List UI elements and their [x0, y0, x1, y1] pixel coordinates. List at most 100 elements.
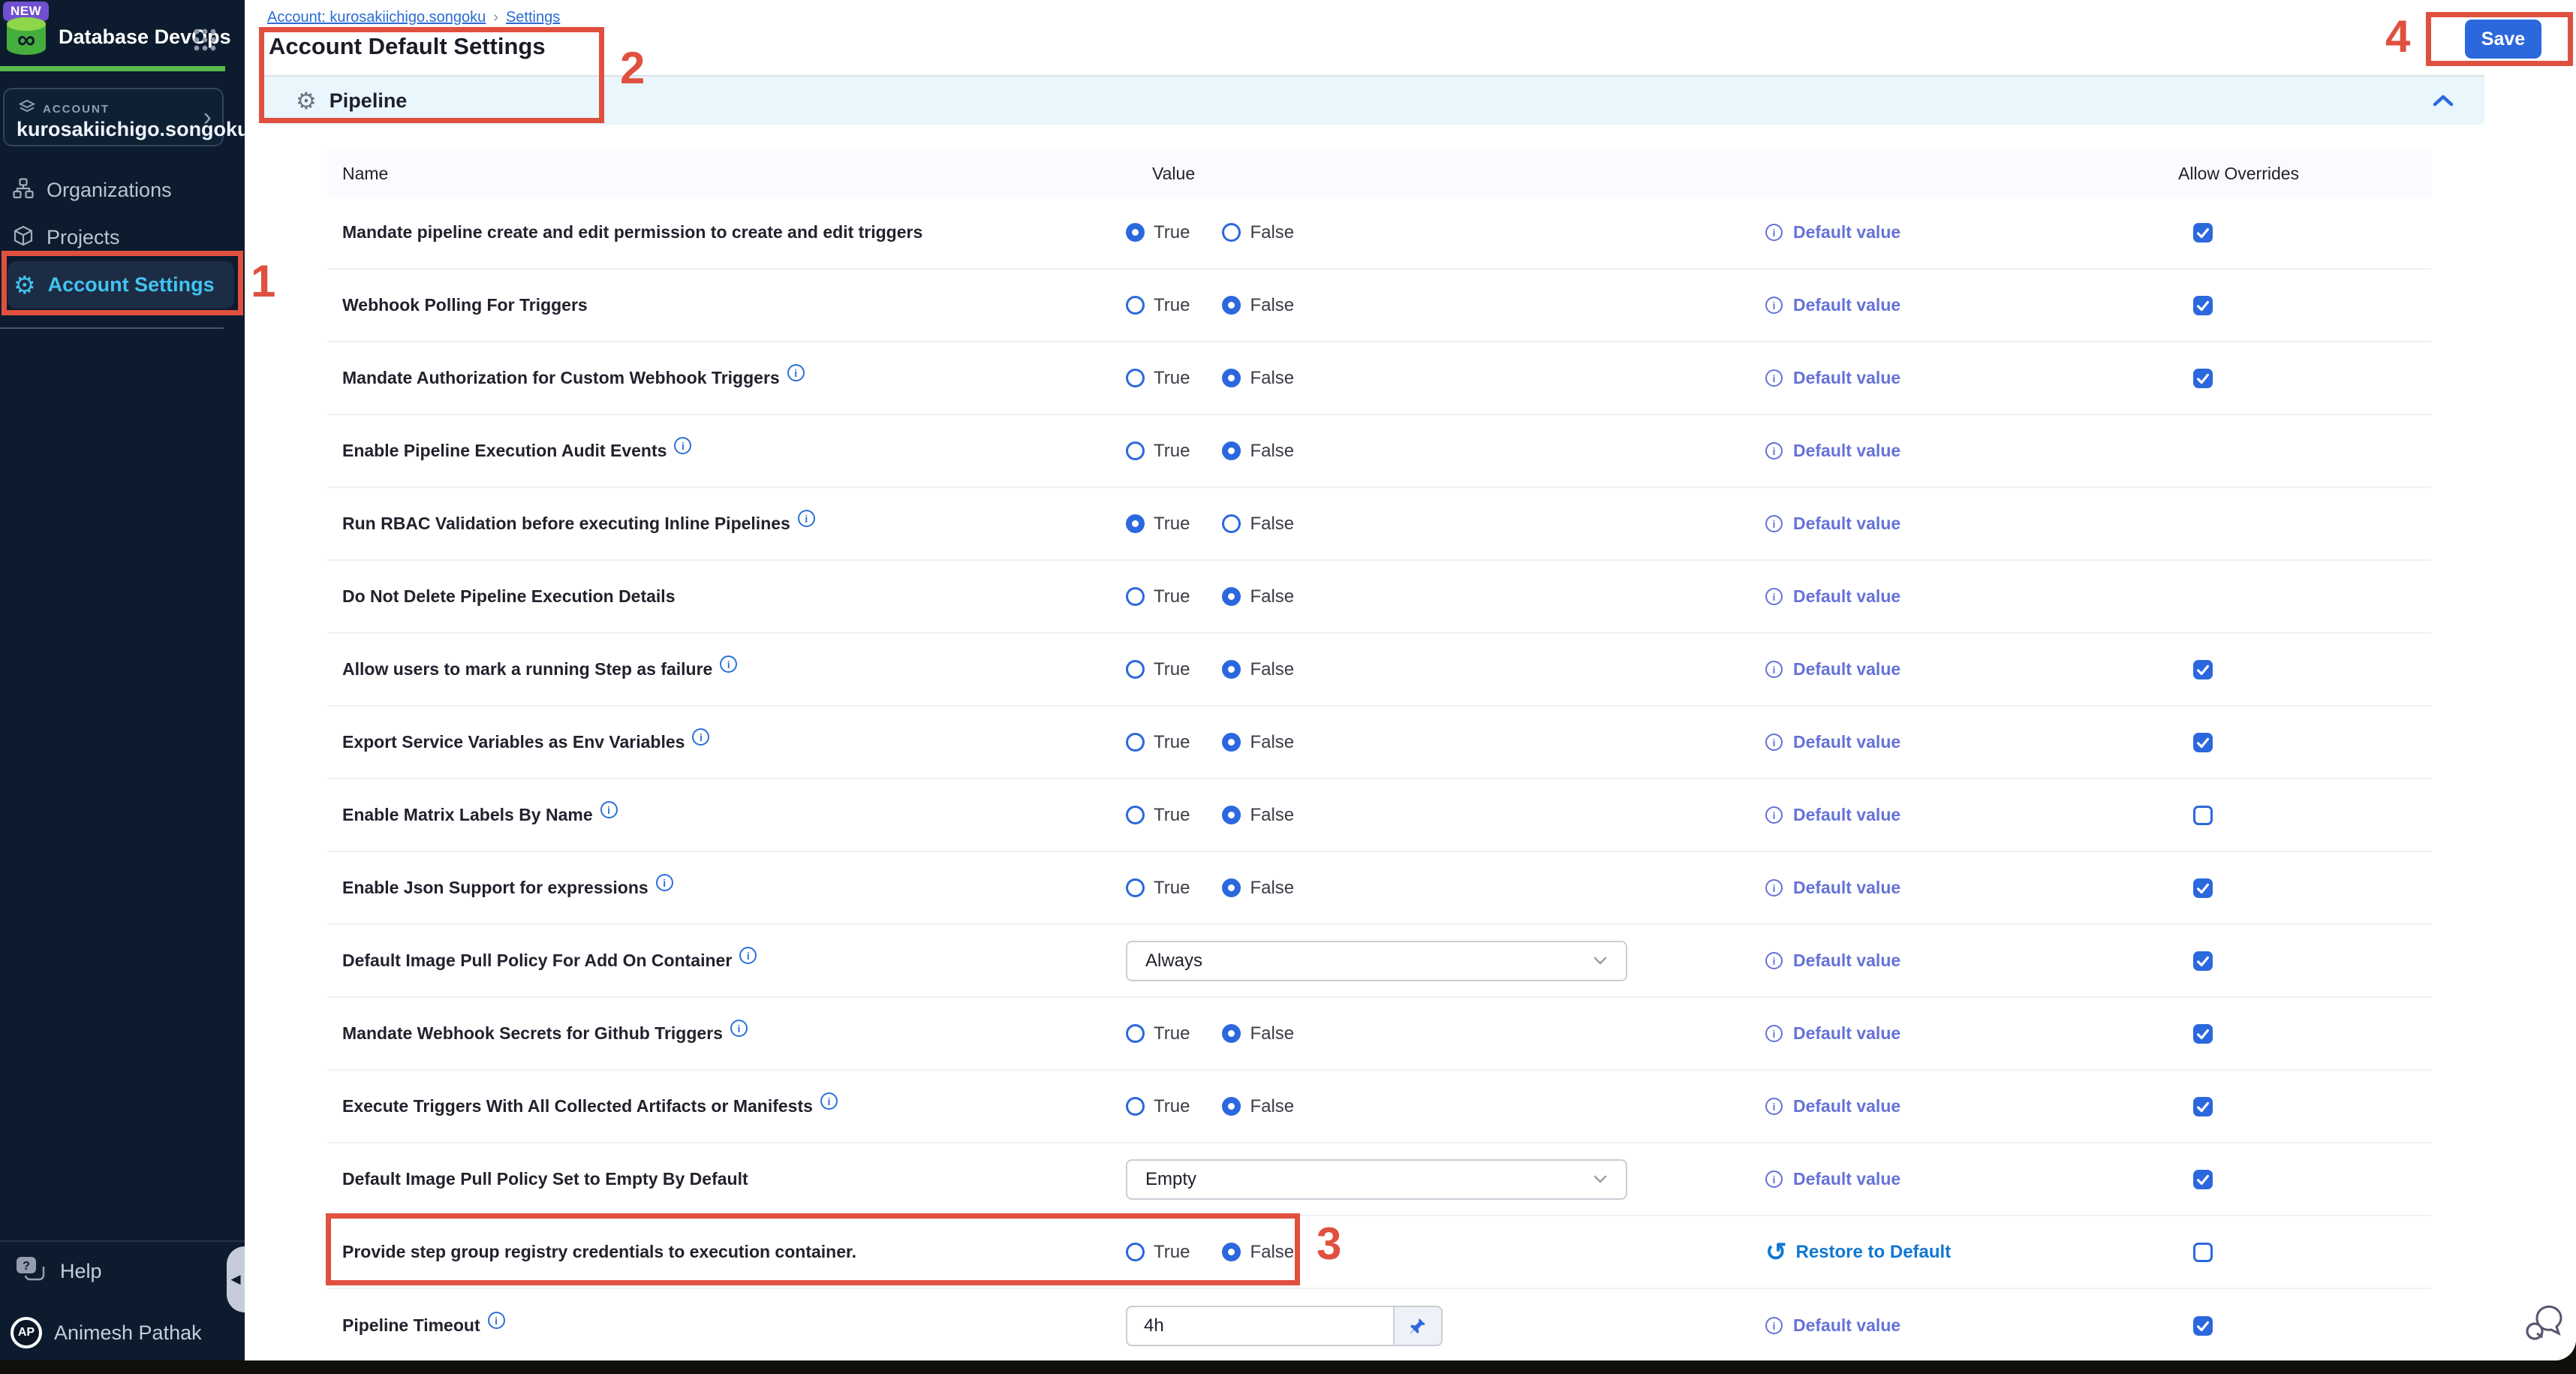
- info-icon[interactable]: i: [798, 510, 815, 527]
- radio-false[interactable]: [1222, 223, 1241, 242]
- radio-label[interactable]: False: [1250, 514, 1294, 535]
- allow-overrides-checkbox[interactable]: [2193, 296, 2213, 315]
- restore-to-default-link[interactable]: ↺Restore to Default: [1765, 1240, 2178, 1265]
- radio-false[interactable]: [1222, 587, 1241, 606]
- sidebar-collapse-handle[interactable]: ◀: [227, 1246, 245, 1312]
- feedback-chat-icon[interactable]: [2525, 1303, 2564, 1354]
- radio-false[interactable]: [1222, 733, 1241, 752]
- info-icon[interactable]: i: [600, 801, 618, 818]
- default-value-link[interactable]: iDefault value: [1765, 586, 2178, 607]
- radio-label[interactable]: False: [1250, 222, 1294, 243]
- sidebar-item-projects[interactable]: Projects: [0, 214, 245, 261]
- radio-false[interactable]: [1222, 369, 1241, 387]
- default-value-link[interactable]: iDefault value: [1765, 1169, 2178, 1189]
- radio-label[interactable]: False: [1250, 295, 1294, 316]
- radio-true[interactable]: [1126, 441, 1145, 460]
- radio-false[interactable]: [1222, 878, 1241, 897]
- app-grid-icon[interactable]: [192, 27, 218, 56]
- save-button[interactable]: Save: [2465, 20, 2541, 59]
- radio-label[interactable]: False: [1250, 659, 1294, 680]
- radio-true[interactable]: [1126, 1097, 1145, 1116]
- info-icon[interactable]: i: [692, 728, 709, 746]
- account-selector[interactable]: ACCOUNT kurosakiichigo.songoku ›: [3, 88, 224, 146]
- default-value-link[interactable]: iDefault value: [1765, 295, 2178, 315]
- radio-false[interactable]: [1222, 296, 1241, 315]
- default-value-link[interactable]: iDefault value: [1765, 441, 2178, 461]
- allow-overrides-checkbox[interactable]: [2193, 1316, 2213, 1336]
- radio-label[interactable]: True: [1154, 1096, 1190, 1117]
- radio-true[interactable]: [1126, 296, 1145, 315]
- allow-overrides-checkbox[interactable]: [2193, 1243, 2213, 1262]
- radio-false[interactable]: [1222, 806, 1241, 824]
- default-value-link[interactable]: iDefault value: [1765, 659, 2178, 679]
- chevron-up-icon[interactable]: [2432, 93, 2454, 108]
- default-value-link[interactable]: iDefault value: [1765, 732, 2178, 752]
- radio-label[interactable]: False: [1250, 368, 1294, 389]
- radio-label[interactable]: False: [1250, 1096, 1294, 1117]
- radio-label[interactable]: True: [1154, 586, 1190, 607]
- default-value-link[interactable]: iDefault value: [1765, 878, 2178, 898]
- radio-false[interactable]: [1222, 1243, 1241, 1261]
- radio-true[interactable]: [1126, 369, 1145, 387]
- info-icon[interactable]: i: [787, 364, 805, 381]
- default-value-link[interactable]: iDefault value: [1765, 1023, 2178, 1044]
- value-select-dropdown[interactable]: Always: [1126, 941, 1627, 981]
- radio-label[interactable]: False: [1250, 805, 1294, 826]
- radio-label[interactable]: True: [1154, 514, 1190, 535]
- info-icon[interactable]: i: [820, 1092, 838, 1110]
- radio-label[interactable]: True: [1154, 441, 1190, 462]
- radio-label[interactable]: True: [1154, 1242, 1190, 1263]
- sidebar-item-account-settings[interactable]: ⚙ Account Settings: [8, 261, 234, 309]
- allow-overrides-checkbox[interactable]: [2193, 806, 2213, 825]
- allow-overrides-checkbox[interactable]: [2193, 1024, 2213, 1044]
- info-icon[interactable]: i: [656, 874, 673, 891]
- radio-label[interactable]: False: [1250, 732, 1294, 753]
- breadcrumb-settings-link[interactable]: Settings: [506, 9, 560, 26]
- radio-true[interactable]: [1126, 1243, 1145, 1261]
- info-icon[interactable]: i: [674, 437, 691, 454]
- radio-label[interactable]: True: [1154, 1023, 1190, 1044]
- sidebar-item-organizations[interactable]: Organizations: [0, 167, 245, 214]
- radio-label[interactable]: False: [1250, 1242, 1294, 1263]
- radio-label[interactable]: True: [1154, 368, 1190, 389]
- radio-true[interactable]: [1126, 878, 1145, 897]
- allow-overrides-checkbox[interactable]: [2193, 951, 2213, 971]
- radio-true[interactable]: [1126, 733, 1145, 752]
- radio-label[interactable]: False: [1250, 441, 1294, 462]
- allow-overrides-checkbox[interactable]: [2193, 1097, 2213, 1116]
- allow-overrides-checkbox[interactable]: [2193, 369, 2213, 388]
- radio-label[interactable]: True: [1154, 878, 1190, 899]
- radio-label[interactable]: True: [1154, 222, 1190, 243]
- default-value-link[interactable]: iDefault value: [1765, 368, 2178, 388]
- radio-true[interactable]: [1126, 806, 1145, 824]
- allow-overrides-checkbox[interactable]: [2193, 878, 2213, 898]
- radio-true[interactable]: [1126, 514, 1145, 533]
- radio-label[interactable]: True: [1154, 732, 1190, 753]
- radio-true[interactable]: [1126, 660, 1145, 679]
- info-icon[interactable]: i: [488, 1312, 505, 1329]
- info-icon[interactable]: i: [739, 947, 757, 964]
- radio-label[interactable]: False: [1250, 586, 1294, 607]
- radio-false[interactable]: [1222, 1097, 1241, 1116]
- default-value-link[interactable]: iDefault value: [1765, 1096, 2178, 1116]
- help-button[interactable]: ? Help: [15, 1255, 102, 1288]
- value-select-dropdown[interactable]: Empty: [1126, 1159, 1627, 1200]
- radio-false[interactable]: [1222, 660, 1241, 679]
- default-value-link[interactable]: iDefault value: [1765, 222, 2178, 243]
- default-value-link[interactable]: iDefault value: [1765, 805, 2178, 825]
- timeout-input[interactable]: 4h: [1126, 1306, 1395, 1346]
- pin-button[interactable]: [1395, 1306, 1443, 1346]
- breadcrumb-account-link[interactable]: Account: kurosakiichigo.songoku: [267, 9, 486, 26]
- radio-true[interactable]: [1126, 223, 1145, 242]
- radio-false[interactable]: [1222, 441, 1241, 460]
- radio-true[interactable]: [1126, 1024, 1145, 1043]
- radio-true[interactable]: [1126, 587, 1145, 606]
- allow-overrides-checkbox[interactable]: [2193, 733, 2213, 752]
- radio-label[interactable]: True: [1154, 295, 1190, 316]
- default-value-link[interactable]: iDefault value: [1765, 951, 2178, 971]
- allow-overrides-checkbox[interactable]: [2193, 660, 2213, 679]
- default-value-link[interactable]: iDefault value: [1765, 1315, 2178, 1336]
- radio-label[interactable]: False: [1250, 878, 1294, 899]
- radio-label[interactable]: True: [1154, 805, 1190, 826]
- radio-false[interactable]: [1222, 1024, 1241, 1043]
